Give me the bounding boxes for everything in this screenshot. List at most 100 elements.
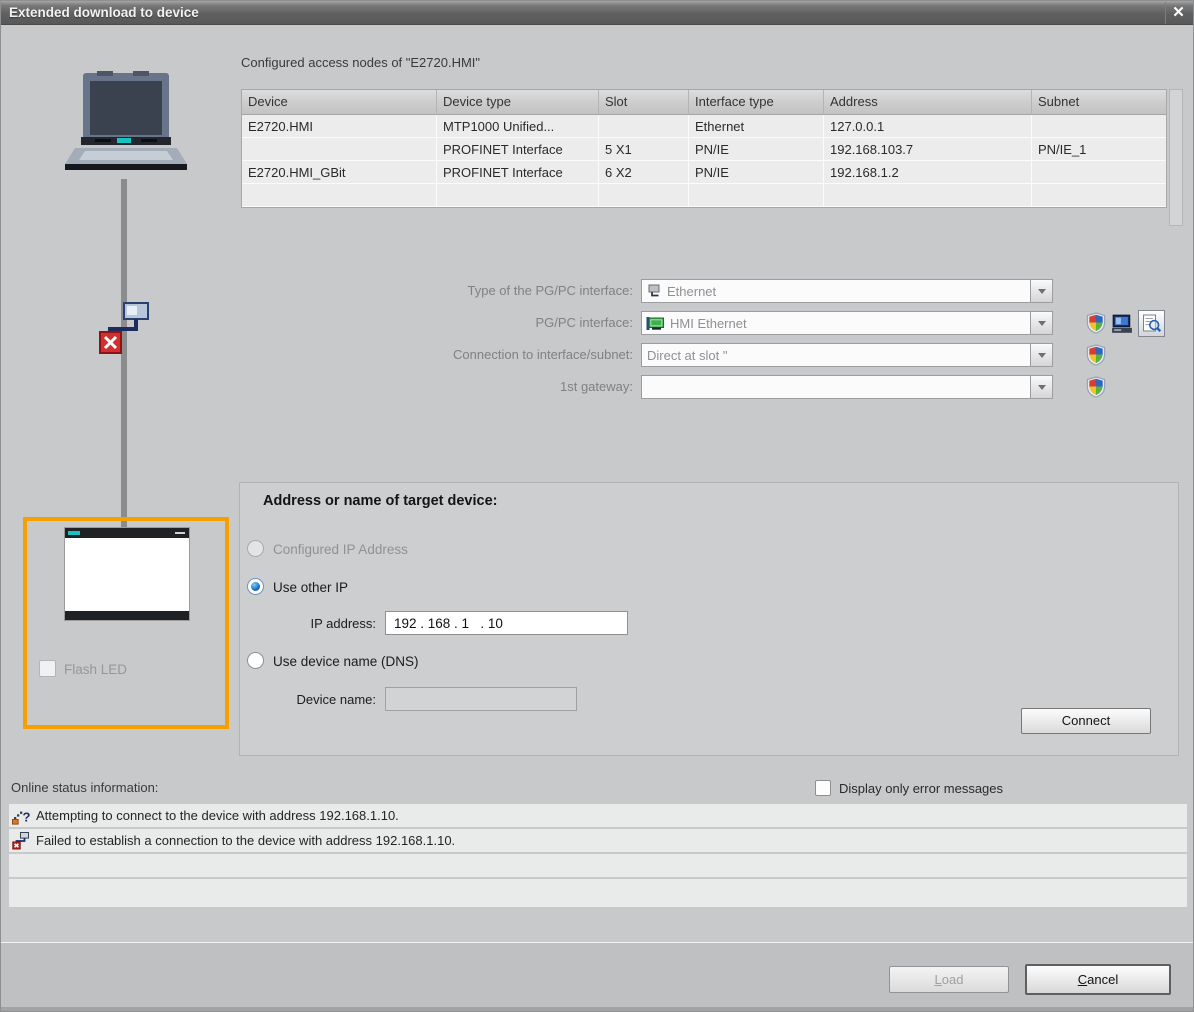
cell-subnet	[1032, 184, 1166, 206]
ip-address-label: IP address:	[310, 616, 376, 631]
cell-subnet	[1032, 115, 1166, 137]
dropdown-arrow-button[interactable]	[1030, 312, 1052, 334]
search-list-icon	[1142, 314, 1161, 332]
col-header-slot: Slot	[599, 90, 689, 114]
security-shield-icon	[1086, 376, 1106, 398]
cell-device-type: PROFINET Interface	[437, 138, 599, 160]
dropdown-arrow-button[interactable]	[1030, 280, 1052, 302]
cell-address	[824, 184, 1032, 206]
failed-connection-icon	[12, 832, 29, 850]
cancel-button[interactable]: Cancel	[1025, 964, 1171, 995]
display-errors-checkbox[interactable]	[815, 780, 831, 796]
use-device-name-label: Use device name (DNS)	[273, 654, 419, 669]
use-device-name-radio[interactable]	[247, 652, 264, 669]
connect-button-label: Connect	[1061, 713, 1111, 728]
computer-icon[interactable]	[1111, 313, 1133, 335]
cell-device-type: PROFINET Interface	[437, 161, 599, 183]
table-row[interactable]: E2720.HMI MTP1000 Unified... Ethernet 12…	[242, 115, 1166, 138]
device-name-label: Device name:	[296, 692, 376, 707]
cell-slot: 5 X1	[599, 138, 689, 160]
table-row[interactable]: E2720.HMI_GBit PROFINET Interface 6 X2 P…	[242, 161, 1166, 184]
device-name-input	[385, 687, 577, 711]
svg-text:?: ?	[23, 810, 31, 825]
use-other-ip-radio[interactable]	[247, 578, 264, 595]
connection-subnet-value: Direct at slot "	[647, 347, 728, 363]
cell-address: 192.168.1.2	[824, 161, 1032, 183]
use-other-ip-label: Use other IP	[273, 580, 349, 595]
cell-device	[242, 138, 437, 160]
target-panel-heading: Address or name of target device:	[263, 493, 498, 509]
cell-subnet	[1032, 161, 1166, 183]
pgpc-interface-value: HMI Ethernet	[670, 315, 747, 331]
hmi-panel-icon	[65, 528, 189, 620]
pgpc-type-dropdown[interactable]: Ethernet	[641, 279, 1053, 303]
attempting-connection-icon: ?	[12, 810, 31, 825]
pg-laptop-icon	[65, 71, 187, 170]
pgpc-interface-label: PG/PC interface:	[535, 315, 633, 330]
security-shield-icon	[1086, 312, 1106, 334]
cell-interface-type: PN/IE	[689, 138, 824, 160]
status-message-list: ? Attempting to connect to the device wi…	[9, 804, 1187, 909]
cell-address: 192.168.103.7	[824, 138, 1032, 160]
cell-slot	[599, 115, 689, 137]
access-nodes-caption: Configured access nodes of "E2720.HMI"	[241, 55, 481, 70]
hmi-panel-bezel-top	[65, 528, 189, 538]
cell-device: E2720.HMI	[242, 115, 437, 137]
security-shield-icon	[1086, 344, 1106, 366]
extended-download-dialog: Extended download to device ✕ Flash LED …	[0, 0, 1194, 1012]
cell-slot	[599, 184, 689, 206]
chevron-down-icon	[1037, 288, 1046, 294]
status-message: Attempting to connect to the device with…	[36, 808, 399, 823]
load-button-label: Load	[934, 972, 964, 987]
connection-subnet-dropdown[interactable]: Direct at slot "	[641, 343, 1053, 367]
table-row[interactable]	[242, 184, 1166, 207]
online-status-label: Online status information:	[11, 780, 159, 795]
display-errors-label: Display only error messages	[839, 781, 1004, 796]
col-header-address: Address	[824, 90, 1032, 114]
connect-button[interactable]: Connect	[1021, 708, 1151, 734]
col-header-device-type: Device type	[437, 90, 599, 114]
gateway-label: 1st gateway:	[560, 379, 633, 394]
cell-device-type: MTP1000 Unified...	[437, 115, 599, 137]
col-header-interface-type: Interface type	[689, 90, 824, 114]
cell-device: E2720.HMI_GBit	[242, 161, 437, 183]
table-scrollbar[interactable]	[1169, 89, 1183, 226]
flash-led-label: Flash LED	[64, 662, 128, 677]
status-row[interactable]	[9, 879, 1187, 907]
connection-subnet-label: Connection to interface/subnet:	[453, 347, 633, 362]
footer-bar: Load Cancel	[1, 942, 1193, 1011]
hmi-panel-bezel-mark	[175, 532, 185, 534]
flash-led-checkbox	[39, 660, 56, 677]
cell-address: 127.0.0.1	[824, 115, 1032, 137]
table-row[interactable]: PROFINET Interface 5 X1 PN/IE 192.168.10…	[242, 138, 1166, 161]
close-icon: ✕	[1172, 4, 1185, 21]
col-header-subnet: Subnet	[1038, 94, 1080, 109]
ethernet-plug-icon	[648, 284, 660, 297]
status-row[interactable]: ? Attempting to connect to the device wi…	[9, 804, 1187, 827]
cell-subnet: PN/IE_1	[1038, 142, 1087, 157]
cell-interface-type: PN/IE	[689, 161, 824, 183]
dropdown-arrow-button[interactable]	[1030, 376, 1052, 398]
chevron-down-icon	[1037, 320, 1046, 326]
status-message: Failed to establish a connection to the …	[36, 833, 456, 848]
dropdown-arrow-button[interactable]	[1030, 344, 1052, 366]
network-card-icon	[646, 316, 664, 330]
cell-device-type	[437, 184, 599, 206]
chevron-down-icon	[1037, 384, 1046, 390]
cell-device	[242, 184, 437, 206]
hmi-panel-bezel-bottom	[65, 611, 189, 620]
table-header-row: Device Device type Slot Interface type A…	[242, 90, 1166, 115]
gateway-dropdown[interactable]	[641, 375, 1053, 399]
status-row[interactable]: Failed to establish a connection to the …	[9, 829, 1187, 852]
configured-ip-label: Configured IP Address	[273, 542, 408, 557]
accessible-devices-search-button[interactable]	[1138, 310, 1165, 337]
access-nodes-table: Device Device type Slot Interface type A…	[241, 89, 1167, 208]
col-header-device: Device	[242, 90, 437, 114]
pgpc-interface-dropdown[interactable]: HMI Ethernet	[641, 311, 1053, 335]
title-bar: Extended download to device ✕	[1, 1, 1193, 25]
pgpc-type-value: Ethernet	[667, 283, 717, 299]
status-row[interactable]	[9, 854, 1187, 877]
close-button[interactable]: ✕	[1165, 2, 1191, 24]
ip-address-input[interactable]	[385, 611, 628, 635]
cell-slot: 6 X2	[599, 161, 689, 183]
